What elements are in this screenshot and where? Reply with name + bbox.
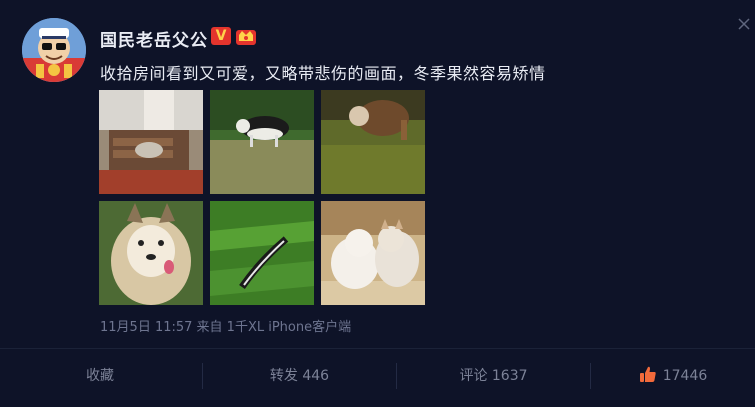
verified-badge-icon[interactable]: V	[211, 27, 231, 45]
username[interactable]: 国民老岳父公	[100, 26, 208, 51]
photo-malamute-face[interactable]	[99, 201, 203, 305]
post-meta[interactable]: 11月5日 11:57 来自 1千XL iPhone客户端	[100, 316, 351, 335]
vip-crown-icon[interactable]	[235, 26, 257, 46]
photo-dog-in-yard[interactable]	[321, 90, 425, 194]
repost-label: 转发 446	[269, 368, 330, 384]
like-count: 17446	[662, 368, 708, 384]
photo-room-floor[interactable]	[99, 90, 203, 194]
like-button[interactable]: 17446	[591, 349, 755, 407]
favorite-button[interactable]: 收藏	[0, 349, 200, 407]
repost-button[interactable]: 转发 446	[203, 349, 396, 407]
favorite-label: 收藏	[86, 368, 114, 384]
user-avatar[interactable]	[22, 18, 86, 82]
photo-husky-walking[interactable]	[210, 90, 314, 194]
comment-button[interactable]: 评论 1637	[397, 349, 590, 407]
thumbs-up-icon	[639, 352, 657, 382]
weibo-post-card: 国民老岳父公 V 收拾房间看到又可爱，又略带悲伤的画面，冬季果然容易矫情 11月…	[0, 0, 755, 407]
dismiss-icon[interactable]	[737, 16, 751, 30]
action-bar: 收藏 转发 446 评论 1637 17446	[0, 349, 755, 407]
comment-label: 评论 1637	[459, 368, 528, 384]
photo-two-cats[interactable]	[321, 201, 425, 305]
post-text: 收拾房间看到又可爱，又略带悲伤的画面，冬季果然容易矫情	[100, 64, 546, 83]
photo-grass-feather[interactable]	[210, 201, 314, 305]
